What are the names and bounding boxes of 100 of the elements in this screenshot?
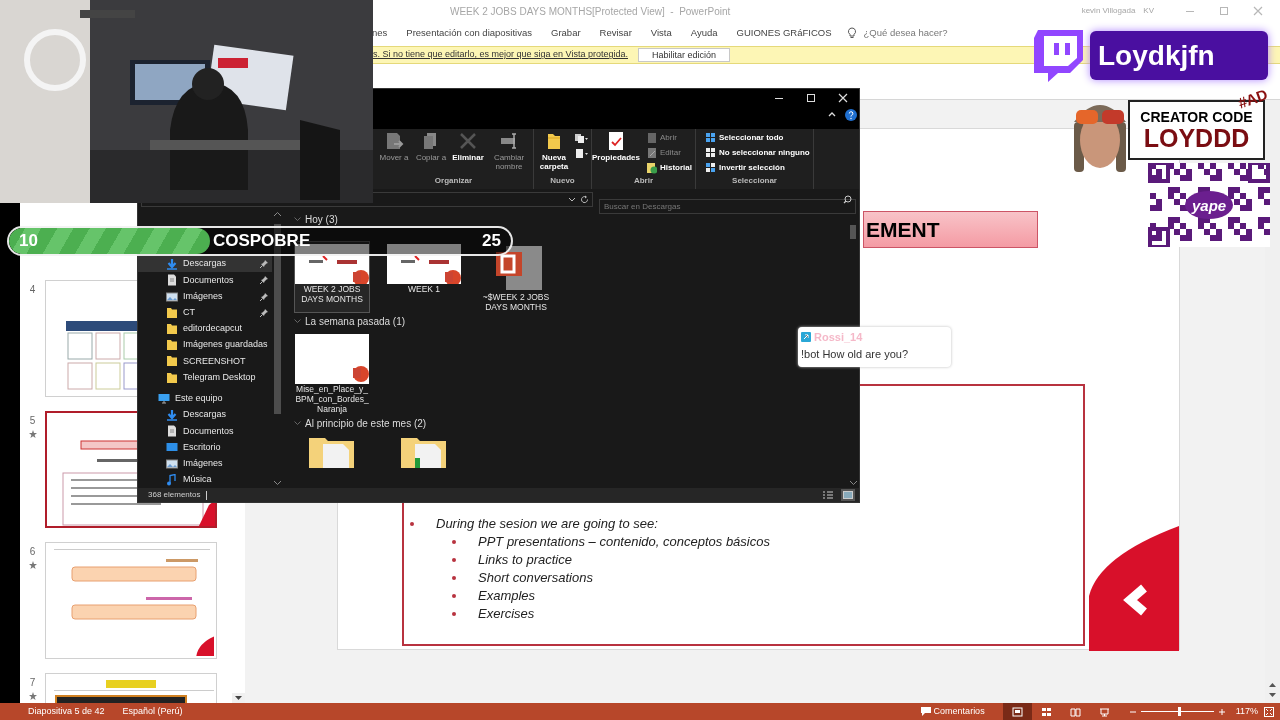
zoom-slider[interactable] [1140,707,1214,716]
nav-item[interactable]: Telegram Desktop [138,369,272,386]
ribbon-button[interactable]: Nueva carpeta [537,131,571,171]
document-arrow-icon [384,131,404,151]
goal-target: 25 [482,230,501,253]
group-header[interactable]: La semana pasada (1) [305,313,406,329]
slide-thumbnail-icon [387,244,461,284]
file-item[interactable]: Mise_en_Place_y_BPM_con_Bordes_Naranja [294,331,370,415]
nav-item[interactable]: Imágenes [138,288,272,305]
nav-item[interactable]: Imágenes [138,455,272,472]
maximize-icon[interactable] [805,92,817,104]
ribbon-group-label: Abrir [632,175,655,187]
folder-icon [166,339,178,352]
ribbon-tab[interactable]: Vista [650,25,672,41]
ribbon-button[interactable]: Invertir selección [705,161,810,174]
pin-icon[interactable] [259,308,268,317]
group-header[interactable]: Al principio de este mes (2) [305,415,427,431]
grid-icon [705,131,716,144]
new-item-icon[interactable] [574,133,588,145]
view-toggle-button[interactable] [821,489,835,501]
folder-icon [166,323,178,335]
nav-item[interactable]: Música [138,471,272,488]
nav-item[interactable]: Descargas [138,256,272,273]
ribbon-tab[interactable]: GUIONES GRáFICOS [736,25,832,41]
slide-number: 6 [29,545,36,559]
bullet-icon [452,594,456,598]
slide-thumbnail-icon [295,244,369,284]
bullet-text: Examples [478,587,536,606]
badge-icon [801,332,811,343]
image-icon [166,290,178,303]
rename-icon [499,131,519,151]
chat-text: !bot How old are you? [801,346,909,362]
tell-me-field[interactable]: ¿Qué desea hacer? [863,25,948,41]
tile-view-icon [843,491,853,499]
bullet-text: Short conversations [478,569,593,588]
grid-icon [705,146,716,159]
ribbon-tab[interactable]: Grabar [551,25,581,41]
ribbon-tab[interactable]: Presentación con diapositivas [406,25,532,41]
ribbon-group-label: Seleccionar [731,175,778,187]
file-name: WEEK 1 [406,284,442,294]
slide-number: 5 [29,414,36,428]
ribbon-button[interactable]: Eliminar [451,131,485,162]
nav-item[interactable]: Escritorio [138,439,272,456]
refresh-icon[interactable] [580,194,589,204]
bullet-icon [452,540,456,544]
fit-slide-icon[interactable] [1264,706,1274,717]
zoom-thumb[interactable] [1178,707,1182,716]
scroll-down-icon [273,480,283,486]
ribbon-button[interactable]: Historial [646,161,692,174]
help-icon[interactable] [845,109,857,121]
file-name: WEEK 2 JOBS DAYS MONTHS [300,284,364,304]
pin-icon[interactable] [259,292,268,301]
protected-view-message: s. Si no tiene que editarlo, es mejor que siga en Vista protegida. [373,48,628,62]
nav-item[interactable]: CT [138,304,272,321]
bullet-icon [452,576,456,580]
view-toggle-button[interactable] [841,489,855,501]
group-header[interactable]: Hoy (3) [305,211,338,227]
nav-item[interactable]: SCREENSHOT [138,353,272,370]
close-icon[interactable] [837,92,849,104]
comment-icon [920,707,931,716]
file-name: Mise_en_Place_y_BPM_con_Bordes_Naranja [295,384,369,414]
desktop-icon [166,441,178,454]
scroll-down-icon[interactable] [232,693,245,703]
nav-item[interactable]: Documentos [138,423,272,440]
bullet-text: Links to practice [478,551,572,570]
edit-icon [646,146,657,159]
comments-button[interactable]: Comentarios [920,704,985,719]
nav-item[interactable]: editordecapcut [138,320,272,338]
bullet-text: PPT presentations – contenido, conceptos básicos [478,533,770,552]
folder-icon [166,371,178,384]
folder-icon [401,436,447,468]
slide-counter: Diapositiva 5 de 42 [28,704,105,718]
pin-icon[interactable] [259,276,268,285]
ribbon-button[interactable]: No seleccionar ninguno [705,146,810,159]
ribbon-tab[interactable]: Revisar [599,25,632,41]
pin-icon[interactable] [259,260,268,269]
nav-item[interactable]: Documentos [138,272,272,289]
zoom-in-icon[interactable] [1217,707,1226,716]
search-field[interactable]: Buscar en Descargas [599,198,856,214]
zoom-level: 117% [1235,704,1258,718]
creator-code: LOYDDD [1143,125,1250,151]
bullet-icon [410,522,414,526]
slide-number: 7 [29,676,36,690]
ribbon-tab[interactable]: Ayuda [690,25,718,41]
enable-editing-button[interactable]: Habilitar edición [638,48,731,62]
image-icon [166,457,178,470]
history-icon [646,161,657,174]
view-button[interactable] [1002,703,1032,720]
document-icon [646,131,657,144]
nav-item[interactable]: Este equipo [138,390,272,407]
folder-icon [166,306,178,319]
ribbon-tab[interactable]: nes [372,25,388,41]
easy-access-icon[interactable] [574,148,588,160]
ribbon-button[interactable]: Seleccionar todo [705,131,810,144]
document-icon [166,425,178,438]
file-item[interactable]: WEEK 1 [386,241,462,313]
scrollbar-thumb[interactable] [850,225,856,239]
item-count: 368 elementos [148,489,201,501]
nav-item[interactable]: Imágenes guardadas [138,337,272,354]
nav-item[interactable]: Descargas [138,406,272,424]
